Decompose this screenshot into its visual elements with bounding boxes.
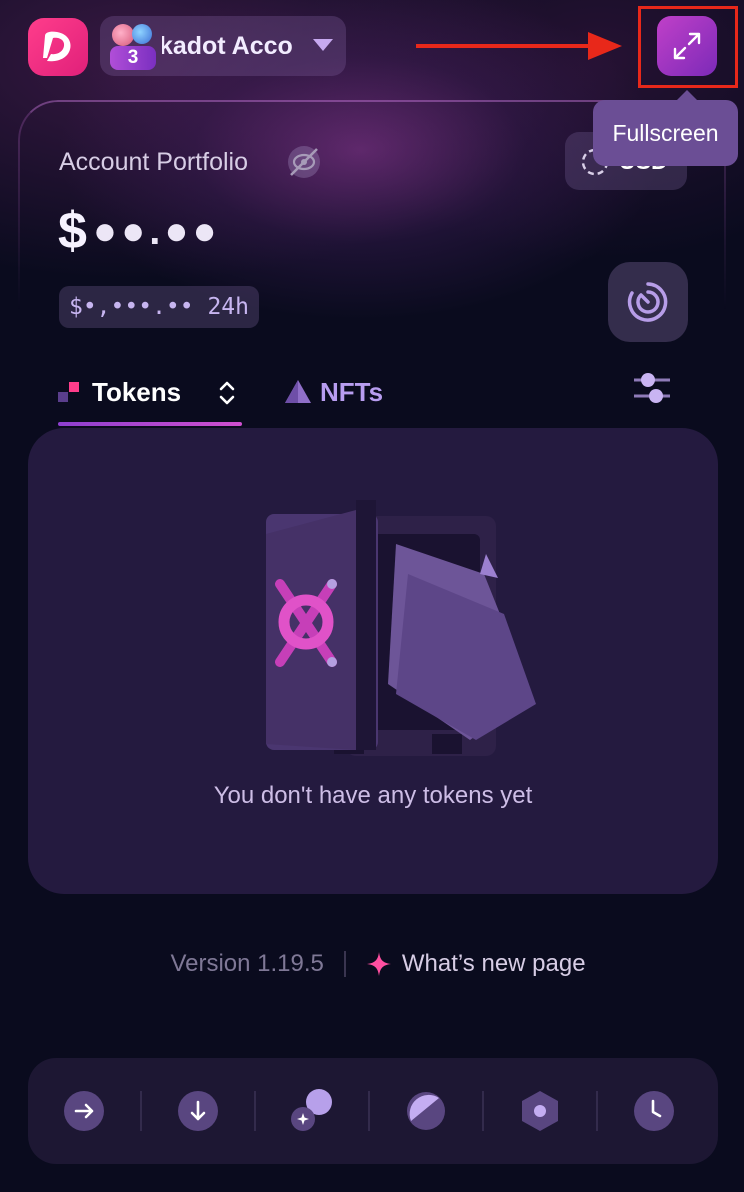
bottom-navigation [28, 1058, 718, 1164]
account-selector[interactable]: 3 lkadot Acco [100, 16, 346, 76]
receive-arrow-icon [178, 1091, 218, 1131]
chevron-down-icon [313, 39, 333, 51]
version-label: Version 1.19.5 [170, 950, 324, 977]
eye-off-icon[interactable] [286, 144, 322, 180]
tokens-empty-state: You don't have any tokens yet [28, 428, 718, 894]
footer-divider [343, 951, 346, 977]
account-avatar [112, 24, 134, 46]
dapps-icon [522, 1091, 558, 1131]
annotation-arrow [416, 32, 622, 60]
empty-safe-illustration [266, 500, 536, 756]
sort-icon[interactable] [216, 378, 238, 408]
version-footer: Version 1.19.5 What’s new page [0, 944, 744, 984]
sparkle-icon [366, 952, 391, 976]
nfts-icon [285, 380, 311, 403]
tab-nfts[interactable]: NFTs [284, 370, 383, 414]
portfolio-title: Account Portfolio [59, 148, 248, 176]
portfolio-history-button[interactable] [608, 262, 688, 342]
nav-receive-button[interactable] [142, 1058, 254, 1164]
balance-masked-value: ●●.●● [92, 208, 221, 253]
nav-history-button[interactable] [598, 1058, 710, 1164]
empty-tokens-message: You don't have any tokens yet [213, 782, 533, 809]
logo-icon [43, 31, 71, 62]
nav-staking-button[interactable] [370, 1058, 482, 1164]
staking-icon [407, 1092, 445, 1130]
account-name: lkadot Acco [162, 32, 293, 60]
tab-tokens-label: Tokens [92, 376, 182, 407]
history-clock-icon [634, 1091, 674, 1131]
active-tab-indicator [58, 422, 242, 426]
balance-currency-symbol: $ [58, 202, 87, 260]
filter-sliders-icon[interactable] [632, 368, 672, 408]
portfolio-balance: $ ●●.●● [58, 196, 221, 266]
account-avatars: 3 [108, 22, 160, 70]
account-count-badge: 3 [110, 46, 156, 70]
fullscreen-tooltip: Fullscreen [593, 90, 738, 166]
change-24h-badge: $•,•••.•• 24h [59, 286, 259, 328]
account-avatar [132, 24, 152, 44]
swap-icon [291, 1089, 332, 1131]
tokens-icon [58, 382, 79, 402]
tab-tokens[interactable]: Tokens [58, 370, 181, 414]
nav-send-button[interactable] [28, 1058, 140, 1164]
whats-new-link[interactable]: What’s new page [366, 950, 586, 978]
send-arrow-icon [64, 1091, 104, 1131]
talisman-logo[interactable] [28, 18, 88, 76]
expand-icon [673, 32, 701, 60]
nav-dapps-button[interactable] [484, 1058, 596, 1164]
nav-swap-button[interactable] [256, 1058, 368, 1164]
tab-nfts-label: NFTs [320, 376, 384, 407]
whats-new-label: What’s new page [401, 950, 586, 977]
fullscreen-button[interactable] [657, 16, 717, 76]
history-refresh-icon [627, 282, 668, 322]
